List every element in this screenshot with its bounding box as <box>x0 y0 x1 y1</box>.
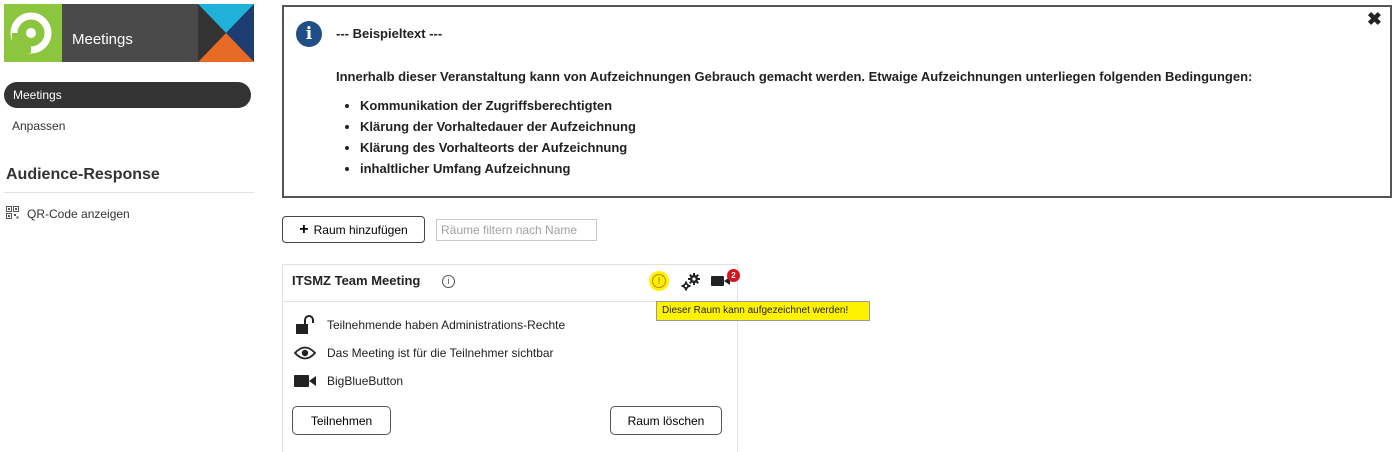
qr-code-label: QR-Code anzeigen <box>27 207 130 221</box>
room-filter-input[interactable] <box>436 219 597 241</box>
exclamation-icon: ! <box>652 274 666 288</box>
recording-count-badge: 2 <box>727 269 740 282</box>
property-label: BigBlueButton <box>327 374 404 388</box>
brand-logo <box>4 4 62 62</box>
add-room-label: Raum hinzufügen <box>313 222 408 237</box>
recording-warning-icon[interactable]: ! <box>649 271 669 291</box>
info-heading: --- Beispieltext --- <box>336 26 443 41</box>
info-list-item: Klärung der Vorhaltedauer der Aufzeichnu… <box>360 116 636 137</box>
sidebar-nav: Meetings Anpassen <box>4 82 254 144</box>
room-card-header: ITSMZ Team Meeting i ! 2 <box>283 265 740 302</box>
info-icon[interactable]: i <box>442 275 455 288</box>
qr-code-icon <box>6 206 19 222</box>
unlock-icon <box>293 315 317 335</box>
brand-title: Meetings <box>72 31 133 48</box>
section-title: Audience-Response <box>6 166 160 183</box>
sidebar-item-anpassen[interactable]: Anpassen <box>4 113 254 139</box>
info-icon: i <box>296 21 322 47</box>
sidebar-item-meetings[interactable]: Meetings <box>4 82 251 108</box>
brand-decoration <box>198 4 254 62</box>
property-label: Das Meeting ist für die Teilnehmer sicht… <box>327 346 554 360</box>
info-intro: Innerhalb dieser Veranstaltung kann von … <box>336 69 1253 84</box>
info-list: Kommunikation der Zugriffsberechtigten K… <box>346 95 636 179</box>
brand-header: Meetings <box>4 4 254 62</box>
join-button[interactable]: Teilnehmen <box>292 406 391 435</box>
plus-icon: + <box>299 220 309 238</box>
room-title: ITSMZ Team Meeting <box>292 273 421 288</box>
property-label: Teilnehmende haben Administrations-Recht… <box>327 318 566 332</box>
eye-icon <box>293 343 317 363</box>
property-row: BigBlueButton <box>293 367 565 395</box>
add-room-button[interactable]: + Raum hinzufügen <box>282 216 425 243</box>
delete-room-button[interactable]: Raum löschen <box>610 406 722 435</box>
close-icon[interactable]: ✖ <box>1367 9 1382 30</box>
room-properties: Teilnehmende haben Administrations-Recht… <box>293 311 565 395</box>
property-row: Teilnehmende haben Administrations-Recht… <box>293 311 565 339</box>
info-list-item: Klärung des Vorhalteorts der Aufzeichnun… <box>360 137 636 158</box>
video-camera-icon <box>293 371 317 391</box>
room-card: ITSMZ Team Meeting i ! 2 Teilnehmende ha… <box>282 264 740 452</box>
gear-icon[interactable] <box>681 273 701 291</box>
qr-code-link[interactable]: QR-Code anzeigen <box>6 206 130 222</box>
recording-tooltip: Dieser Raum kann aufgezeichnet werden! <box>656 301 870 321</box>
info-list-item: Kommunikation der Zugriffsberechtigten <box>360 95 636 116</box>
info-notice: i ✖ --- Beispieltext --- Innerhalb diese… <box>282 5 1392 198</box>
info-list-item: inhaltlicher Umfang Aufzeichnung <box>360 158 636 179</box>
property-row: Das Meeting ist für die Teilnehmer sicht… <box>293 339 565 367</box>
section-divider <box>4 192 254 193</box>
